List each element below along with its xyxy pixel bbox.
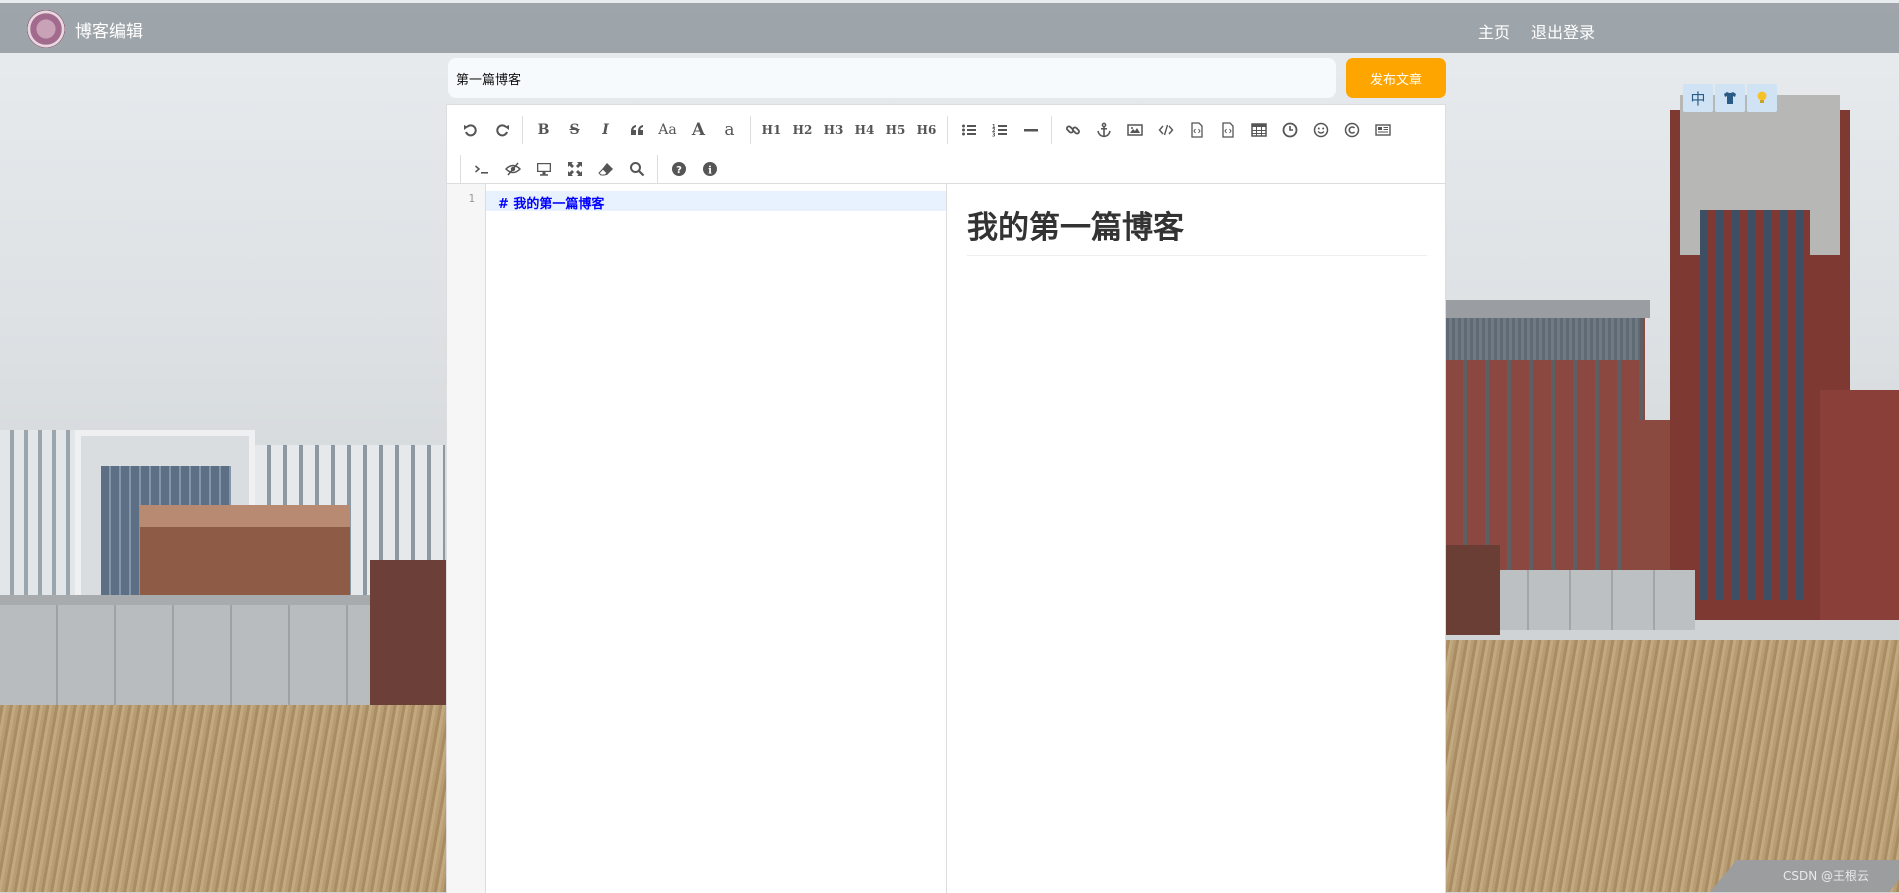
- lightbulb-icon[interactable]: [1747, 84, 1777, 112]
- preview-icon[interactable]: [528, 155, 559, 183]
- code-icon[interactable]: [1150, 116, 1181, 144]
- h3-button[interactable]: H3: [818, 116, 849, 144]
- publish-button[interactable]: 发布文章: [1346, 58, 1446, 98]
- toolbar-row-1: B S I Aa Aa H1 H2 H3 H4 H5 H6 1 2 3: [455, 116, 1398, 144]
- italic-button[interactable]: I: [590, 116, 621, 144]
- anchor-icon[interactable]: [1088, 116, 1119, 144]
- language-toggle-button[interactable]: 中: [1683, 84, 1713, 112]
- markdown-code-area[interactable]: # 我的第一篇博客: [486, 184, 947, 893]
- toolbar-separator: [750, 116, 751, 144]
- bold-button[interactable]: B: [528, 116, 559, 144]
- watermark: CSDN @王根云: [1783, 869, 1870, 883]
- code-block-icon[interactable]: [1181, 116, 1212, 144]
- emoji-icon[interactable]: [1305, 116, 1336, 144]
- case-toggle-button[interactable]: Aa: [652, 116, 683, 144]
- redo-icon[interactable]: [486, 116, 517, 144]
- line-number: 1: [468, 192, 475, 205]
- toolbar-separator: [460, 155, 461, 183]
- table-icon[interactable]: [1243, 116, 1274, 144]
- svg-text:i: i: [708, 166, 712, 177]
- toolbar-separator: [657, 155, 658, 183]
- h4-button[interactable]: H4: [849, 116, 880, 144]
- preview-heading: 我的第一篇博客: [967, 202, 1427, 256]
- ordered-list-icon[interactable]: 123: [984, 116, 1015, 144]
- tshirt-skin-icon[interactable]: [1715, 84, 1745, 112]
- watch-toggle-icon[interactable]: [497, 155, 528, 183]
- nav-home-link[interactable]: 主页: [1478, 19, 1510, 43]
- toolbar-separator: [522, 116, 523, 144]
- preview-pane: 我的第一篇博客: [947, 184, 1445, 893]
- strikethrough-button[interactable]: S: [559, 116, 590, 144]
- svg-text:?: ?: [676, 165, 682, 176]
- nav-logout-link[interactable]: 退出登录: [1531, 19, 1595, 43]
- nav-title: 博客编辑: [75, 22, 143, 42]
- top-navbar: 博客编辑 主页 退出登录: [0, 3, 1899, 53]
- h1-button[interactable]: H1: [756, 116, 787, 144]
- datetime-icon[interactable]: [1274, 116, 1305, 144]
- lowercase-button[interactable]: a: [714, 116, 745, 144]
- toolbar-separator: [1051, 116, 1052, 144]
- clear-icon[interactable]: [590, 155, 621, 183]
- toolbar-row-2: ? i: [455, 155, 725, 183]
- h2-button[interactable]: H2: [787, 116, 818, 144]
- h5-button[interactable]: H5: [880, 116, 911, 144]
- undo-icon[interactable]: [455, 116, 486, 144]
- uppercase-button[interactable]: A: [683, 116, 714, 144]
- preformatted-icon[interactable]: [1212, 116, 1243, 144]
- html-entities-icon[interactable]: [1336, 116, 1367, 144]
- editor-toolbar: B S I Aa Aa H1 H2 H3 H4 H5 H6 1 2 3 ? i: [447, 105, 1445, 184]
- fullscreen-icon[interactable]: [559, 155, 590, 183]
- school-logo: [27, 10, 65, 48]
- goto-line-icon[interactable]: [466, 155, 497, 183]
- quote-icon[interactable]: [621, 116, 652, 144]
- unordered-list-icon[interactable]: [953, 116, 984, 144]
- svg-text:3: 3: [992, 133, 996, 139]
- toolbar-separator: [947, 116, 948, 144]
- help-icon[interactable]: ?: [663, 155, 694, 183]
- blog-title-input[interactable]: [448, 58, 1336, 98]
- floating-toolbox: 中: [1683, 84, 1777, 112]
- code-line[interactable]: # 我的第一篇博客: [498, 193, 604, 212]
- h6-button[interactable]: H6: [911, 116, 942, 144]
- link-icon[interactable]: [1057, 116, 1088, 144]
- info-icon[interactable]: i: [694, 155, 725, 183]
- horizontal-rule-icon[interactable]: [1015, 116, 1046, 144]
- pagebreak-icon[interactable]: [1367, 116, 1398, 144]
- image-icon[interactable]: [1119, 116, 1150, 144]
- markdown-editor: B S I Aa Aa H1 H2 H3 H4 H5 H6 1 2 3 ? i 1 # 我的第一篇博客 我的…: [446, 104, 1446, 893]
- line-number-gutter: 1: [447, 184, 486, 893]
- search-icon[interactable]: [621, 155, 652, 183]
